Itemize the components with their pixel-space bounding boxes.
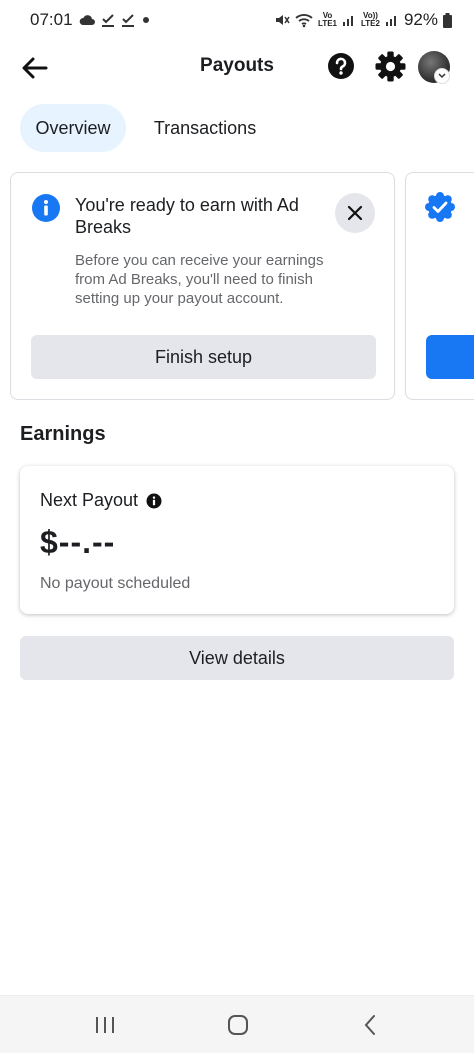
close-icon <box>347 205 363 221</box>
next-payout-card: Next Payout $--.-- No payout scheduled <box>20 466 454 614</box>
finish-setup-button[interactable]: Finish setup <box>31 335 376 379</box>
download-done-icon-2 <box>121 14 134 27</box>
card-description: Before you can receive your earnings fro… <box>75 252 324 307</box>
status-bar: 07:01 Vo LTE1 Vo)) LTE2 92% <box>0 0 474 40</box>
mute-icon <box>276 15 290 25</box>
nav-back-icon[interactable] <box>362 1014 378 1036</box>
recent-apps-icon[interactable] <box>94 1016 116 1034</box>
next-payout-label: Next Payout <box>40 490 139 510</box>
next-payout-label-row: Next Payout <box>40 490 162 511</box>
card-title: You're ready to earn with Ad Breaks <box>75 195 299 237</box>
battery-icon <box>443 12 452 28</box>
wifi-icon <box>295 14 313 28</box>
view-details-button[interactable]: View details <box>20 636 454 680</box>
payout-status: No payout scheduled <box>40 575 191 592</box>
gear-icon[interactable] <box>375 51 406 82</box>
notification-dot-icon <box>142 17 149 23</box>
lte1-indicator: Vo LTE1 <box>318 11 337 28</box>
help-icon[interactable] <box>327 52 355 80</box>
signal-icon-2 <box>385 16 396 26</box>
home-icon[interactable] <box>227 1014 249 1036</box>
system-nav-bar <box>0 995 474 1053</box>
battery-level: 92% <box>403 10 438 29</box>
cloud-icon <box>79 15 95 25</box>
info-icon <box>32 194 60 222</box>
signal-icon <box>343 16 353 26</box>
download-done-icon <box>101 14 114 27</box>
close-button[interactable] <box>335 193 375 233</box>
earnings-heading: Earnings <box>20 423 106 445</box>
ad-breaks-setup-card: You're ready to earn with Ad Breaks Befo… <box>10 172 395 400</box>
payout-amount: $--.-- <box>40 524 116 560</box>
info-small-icon[interactable] <box>146 493 162 509</box>
status-time: 07:01 <box>30 10 73 29</box>
chevron-down-icon[interactable] <box>434 68 450 84</box>
verified-badge-icon <box>425 192 455 222</box>
tab-transactions[interactable]: Transactions <box>138 104 272 152</box>
next-card-peek[interactable] <box>405 172 474 400</box>
app-bar: Payouts <box>0 40 474 96</box>
lte2-indicator: Vo)) LTE2 <box>361 11 380 28</box>
next-card-button[interactable] <box>426 335 474 379</box>
tab-overview[interactable]: Overview <box>20 104 126 152</box>
